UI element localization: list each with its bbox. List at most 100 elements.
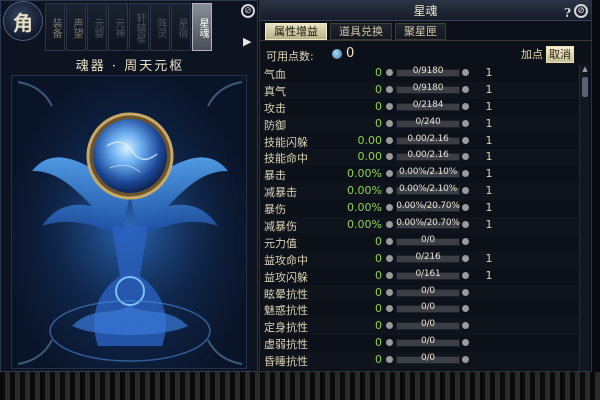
progress-text: 0/9180 [412,82,444,93]
scroll-up-icon[interactable]: ▲ [581,65,589,75]
right-arrow-icon[interactable]: ▶ [243,35,251,48]
panel-title: 星魂 [413,4,438,18]
available-points-value: 0 [346,46,355,61]
help-icon[interactable]: ? [564,3,571,23]
decrease-icon[interactable] [386,85,393,93]
increase-icon[interactable] [462,271,469,279]
increase-icon[interactable] [462,69,469,76]
attribute-row: 昏睡抗性 0 0/0 [262,352,578,369]
character-emblem[interactable]: 角 [3,1,43,41]
tab-1[interactable]: 道具兑换 [330,23,392,40]
decrease-icon[interactable] [386,322,393,330]
attribute-row: 技能闪躲 0.00 0.00/2.16 1 [262,133,578,150]
decrease-icon[interactable] [386,237,393,245]
progress-text: 0.00%/20.70% [396,201,460,212]
tab-2[interactable]: 元婴 [87,3,107,51]
decrease-icon[interactable] [386,136,393,144]
attribute-row: 魅惑抗性 0 0/0 [262,301,578,318]
progress-text: 0.00/2.16 [407,150,449,161]
increase-icon[interactable] [462,237,469,245]
decrease-icon[interactable] [386,153,393,161]
tab-1[interactable]: 声望 [66,3,86,51]
increase-icon[interactable] [462,102,469,110]
decrease-icon[interactable] [386,102,393,110]
decrease-icon[interactable] [386,271,393,279]
decrease-icon[interactable] [386,187,393,195]
attribute-level: 1 [485,82,493,96]
attribute-row: 技能命中 0.00 0.00/2.16 1 [262,149,578,166]
decrease-icon[interactable] [386,119,393,127]
progress-text: 0/0 [421,302,435,313]
artifact-title: 魂器 · 周天元枢 [75,59,185,74]
tab-6[interactable]: 星宿 [171,3,191,51]
decrease-icon[interactable] [386,254,393,262]
panel-header: 星魂 ? ⊘ [260,1,591,21]
attribute-row: 定身抗性 0 0/0 [262,318,578,335]
decrease-icon[interactable] [386,204,393,212]
progress-text: 0.00%/2.10% [398,167,457,178]
increase-icon[interactable] [462,85,469,93]
attribute-name: 益攻命中 [264,253,308,267]
attribute-level: 1 [485,150,493,164]
increase-icon[interactable] [462,254,469,262]
increase-icon[interactable] [462,136,469,144]
tab-5[interactable]: 阵灵 [150,3,170,51]
increase-icon[interactable] [462,204,469,212]
decrease-icon[interactable] [386,305,393,313]
attribute-name: 防御 [264,118,286,132]
available-points-label: 可用点数: [266,50,314,63]
attribute-level: 1 [485,268,493,282]
star-point-icon [332,49,342,59]
increase-icon[interactable] [462,170,469,178]
attribute-name: 攻击 [264,101,286,115]
tab-2[interactable]: 聚星匣 [395,23,446,40]
attribute-name: 元力值 [264,236,297,250]
attribute-name: 暴击 [264,169,286,183]
progress-text: 0.00%/2.10% [398,184,457,195]
increase-icon[interactable] [462,339,469,347]
vertical-tab-strip: 装备 声望 元婴 元神 轩辕星 阵灵 星宿 星魂 [45,3,213,51]
decrease-icon[interactable] [386,170,393,178]
progress-text: 0/0 [421,234,435,245]
increase-icon[interactable] [462,322,469,330]
increase-icon[interactable] [462,305,469,313]
attribute-name: 暴伤 [264,203,286,217]
attribute-row: 眩晕抗性 0 0/0 [262,285,578,302]
decrease-icon[interactable] [386,356,393,364]
tab-7[interactable]: 星魂 [192,3,212,51]
decrease-icon[interactable] [386,221,393,229]
scrollbar-thumb[interactable] [582,77,588,97]
attribute-row: 防御 0 0/240 1 [262,116,578,133]
increase-icon[interactable] [462,221,469,229]
increase-icon[interactable] [462,187,469,195]
attribute-name: 减暴击 [264,186,297,200]
tab-3[interactable]: 元神 [108,3,128,51]
star-soul-orb-icon [17,81,243,365]
attribute-value: 0 [375,285,382,299]
close-icon[interactable]: ⊘ [241,4,255,18]
cancel-button[interactable]: 取消 [546,46,574,63]
star-soul-panel: 星魂 ? ⊘ 属性增益 道具兑换 聚星匣 可用点数: 0 加点 取消 气血 0 0/91… [259,0,592,372]
attribute-level: 1 [485,116,493,130]
attribute-name: 虚弱抗性 [264,338,308,352]
attribute-name: 减暴伤 [264,220,297,234]
tab-0[interactable]: 装备 [45,3,65,51]
decrease-icon[interactable] [386,339,393,347]
increase-icon[interactable] [462,119,469,127]
decrease-icon[interactable] [386,69,393,76]
add-point-button[interactable]: 加点 [519,47,545,62]
progress-text: 0/0 [421,336,435,347]
decrease-icon[interactable] [386,288,393,296]
scrollbar[interactable]: ▲ [579,65,589,371]
increase-icon[interactable] [462,153,469,161]
close-icon[interactable]: ⊘ [574,4,588,18]
increase-icon[interactable] [462,288,469,296]
attribute-name: 定身抗性 [264,321,308,335]
increase-icon[interactable] [462,356,469,364]
tab-0[interactable]: 属性增益 [265,23,327,40]
progress-text: 0/0 [421,353,435,364]
attribute-value: 0 [375,268,382,282]
tab-4[interactable]: 轩辕星 [129,3,149,51]
game-window: 角 装备声望元婴元神轩辕星阵灵星宿星魂 ⊘ ▶ 魂器 · 周天元枢 [0,0,600,400]
attribute-value: 0 [375,66,382,79]
